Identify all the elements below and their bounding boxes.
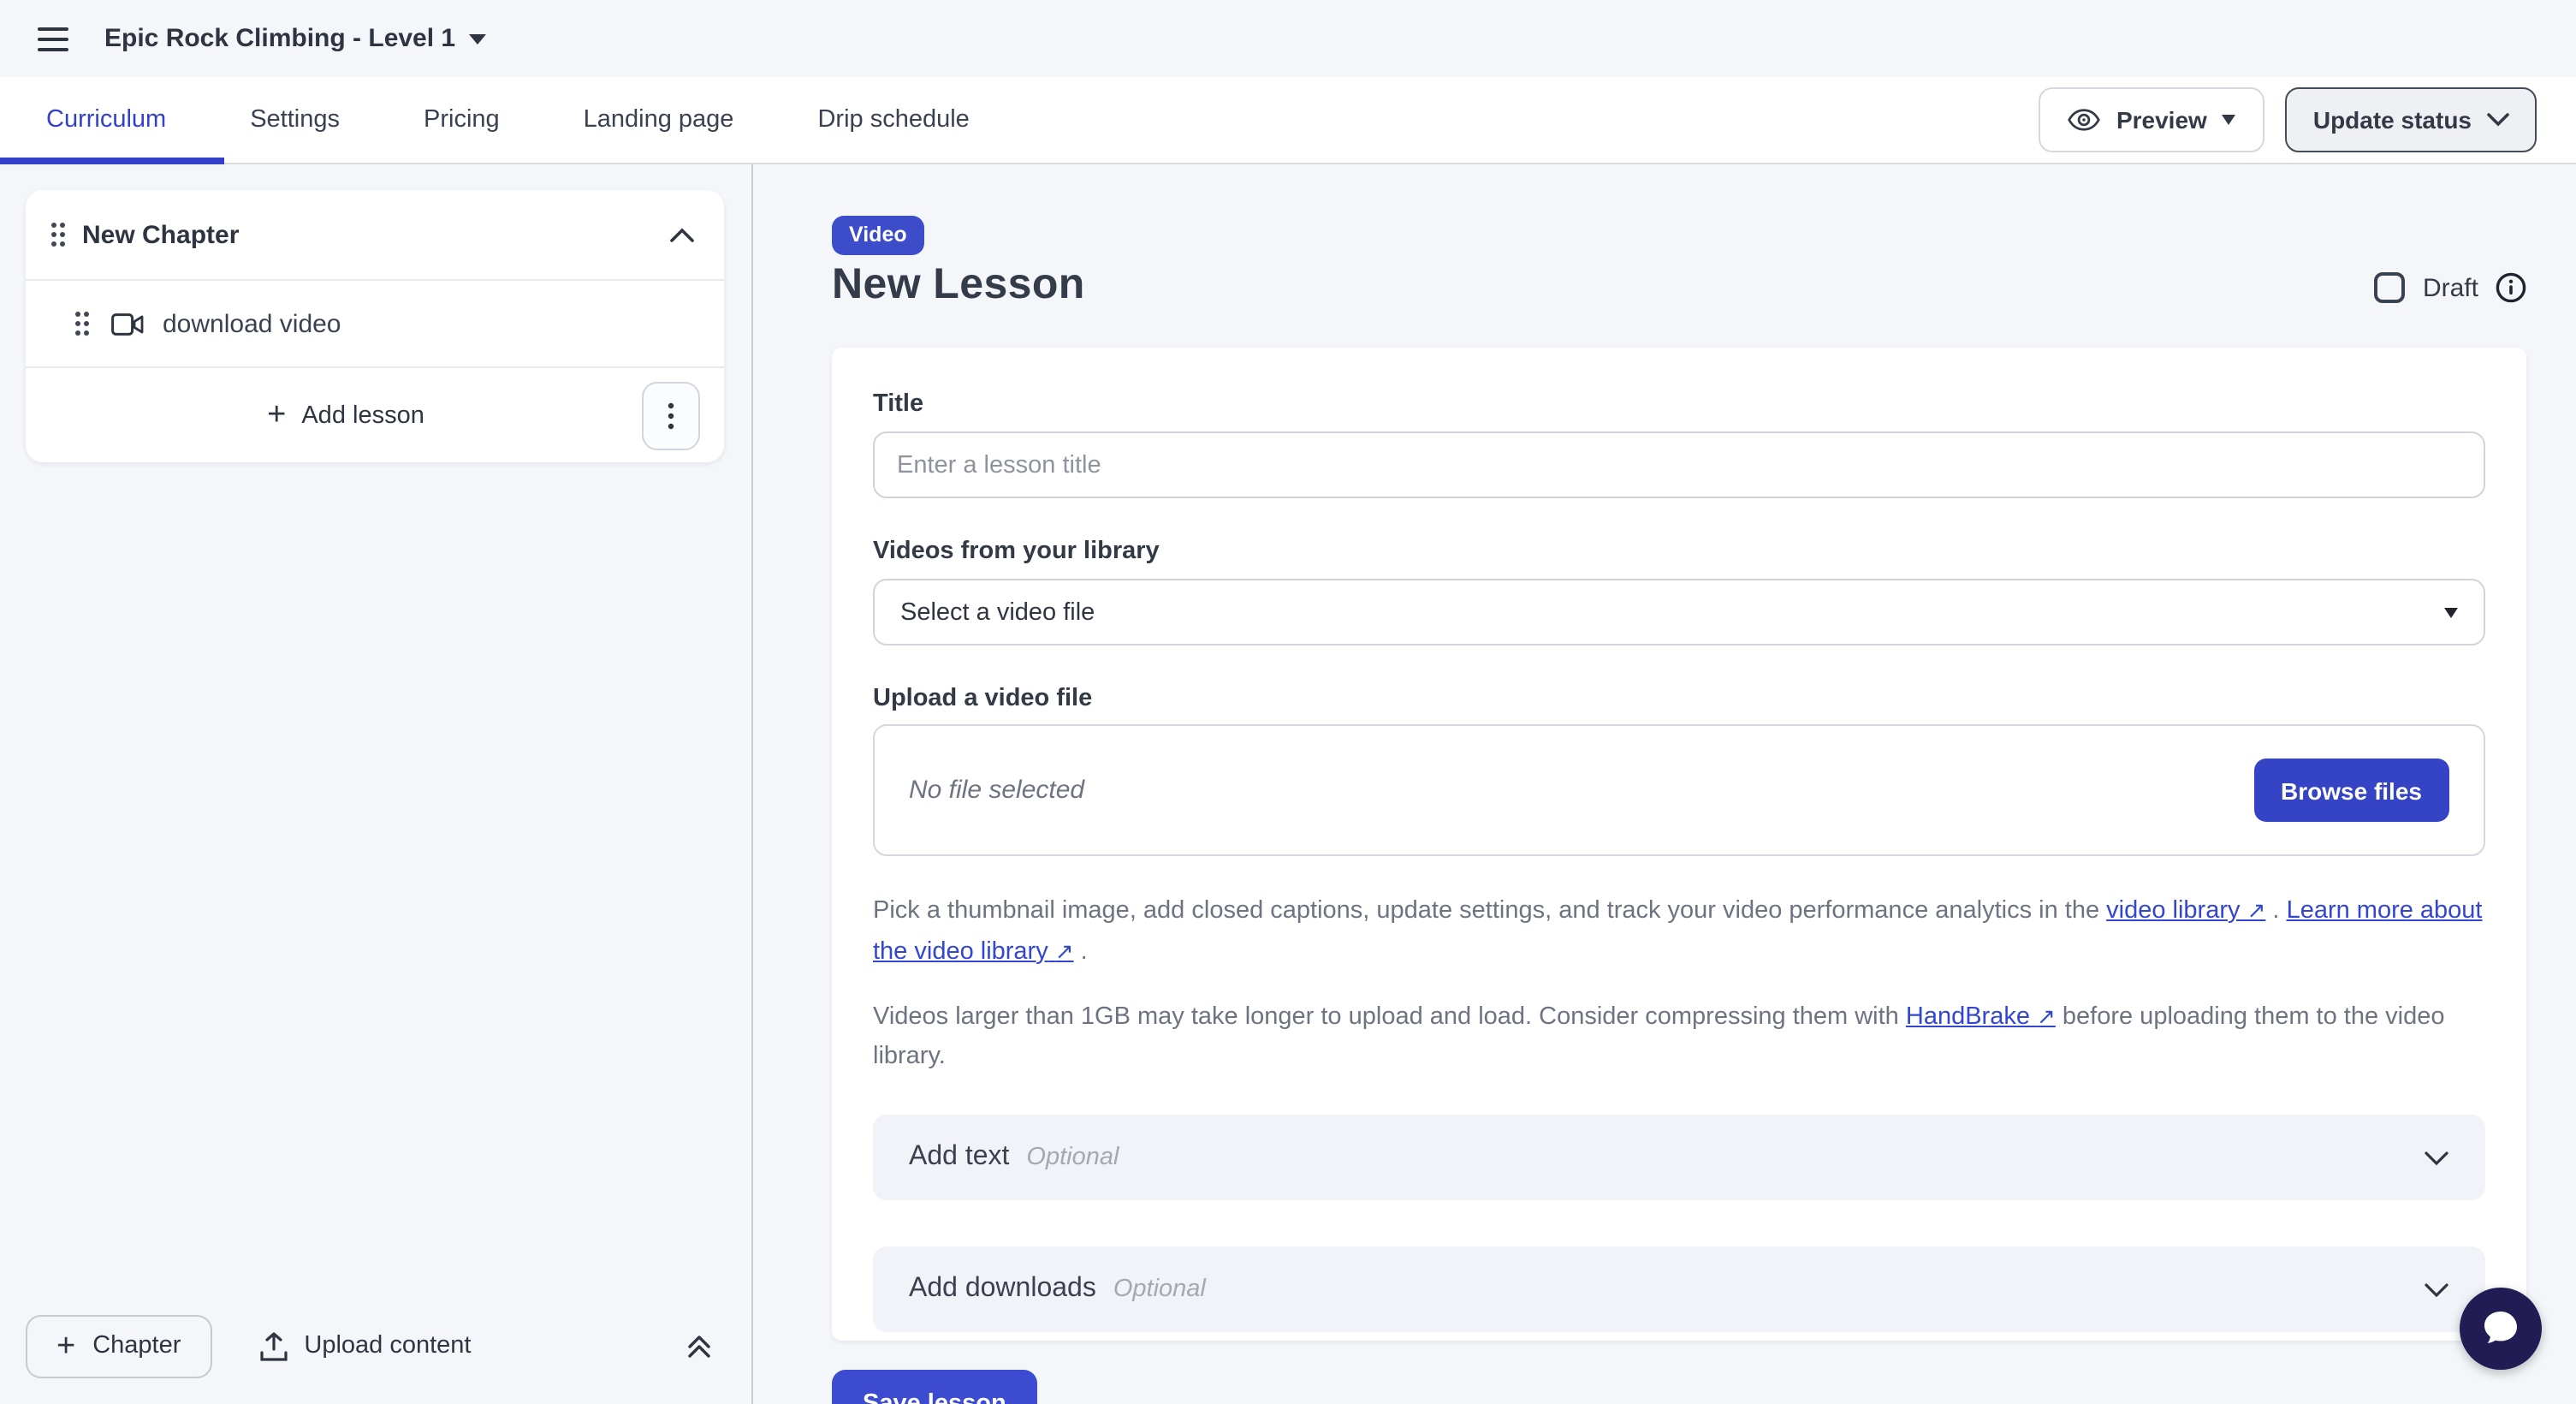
collapse-all-icon[interactable] xyxy=(685,1331,714,1360)
drag-handle-icon[interactable] xyxy=(50,221,67,248)
tabs: Curriculum Settings Pricing Landing page… xyxy=(0,77,970,163)
external-link-icon: ↗ xyxy=(2037,1003,2056,1029)
browse-files-button[interactable]: Browse files xyxy=(2253,759,2449,822)
compression-help-text: Videos larger than 1GB may take longer t… xyxy=(873,996,2485,1077)
chapter-card: New Chapter download video xyxy=(26,190,724,462)
lesson-type-badge: Video xyxy=(832,216,924,255)
top-bar: Epic Rock Climbing - Level 1 xyxy=(0,0,2576,77)
chapter-title: New Chapter xyxy=(82,220,239,249)
add-chapter-button[interactable]: + Chapter xyxy=(26,1314,211,1377)
lesson-header: Video New Lesson Draft xyxy=(832,216,2526,310)
tab-landing-page[interactable]: Landing page xyxy=(584,106,734,134)
page-title: New Lesson xyxy=(832,260,1085,310)
external-link-icon: ↗ xyxy=(1055,938,1074,964)
caret-down-icon xyxy=(2223,115,2236,125)
drag-handle-icon[interactable] xyxy=(74,310,91,337)
chevron-up-icon[interactable] xyxy=(669,227,695,242)
video-library-link[interactable]: video library ↗ xyxy=(2106,897,2265,925)
title-field-label: Title xyxy=(873,390,2485,418)
speech-bubble-icon xyxy=(2478,1308,2523,1349)
hamburger-menu-icon[interactable] xyxy=(38,27,68,51)
caret-down-icon xyxy=(469,33,486,44)
video-library-help-text: Pick a thumbnail image, add closed capti… xyxy=(873,890,2485,973)
upload-icon xyxy=(259,1331,287,1360)
lesson-editor-panel: Video New Lesson Draft Title Videos from… xyxy=(753,164,2576,1404)
content-area: New Chapter download video xyxy=(0,164,2576,1404)
plus-icon: + xyxy=(267,399,286,431)
handbrake-link[interactable]: HandBrake ↗ xyxy=(1906,1003,2056,1031)
tab-drip-schedule[interactable]: Drip schedule xyxy=(817,106,969,134)
draft-checkbox[interactable] xyxy=(2375,272,2406,303)
upload-content-button[interactable]: Upload content xyxy=(259,1331,471,1360)
video-library-select[interactable]: Select a video file xyxy=(873,579,2485,645)
curriculum-sidebar: New Chapter download video xyxy=(0,164,753,1404)
save-lesson-button[interactable]: Save lesson xyxy=(832,1370,1037,1404)
draft-label: Draft xyxy=(2423,273,2478,302)
chapter-header[interactable]: New Chapter xyxy=(26,190,724,281)
chevron-down-icon xyxy=(2487,113,2509,127)
course-title: Epic Rock Climbing - Level 1 xyxy=(104,24,455,53)
lesson-item-download-video[interactable]: download video xyxy=(26,281,724,368)
tabbar-actions: Preview Update status xyxy=(2039,87,2576,152)
tab-settings[interactable]: Settings xyxy=(250,106,340,134)
add-lesson-button[interactable]: + Add lesson xyxy=(50,399,642,431)
upload-field-label: Upload a video file xyxy=(873,685,2485,712)
chapter-options-button[interactable] xyxy=(642,381,700,449)
sidebar-footer: + Chapter Upload content xyxy=(0,1288,751,1404)
kebab-menu-icon xyxy=(668,402,674,429)
plus-icon: + xyxy=(56,1330,75,1362)
lesson-title: download video xyxy=(163,309,341,338)
add-text-section[interactable]: Add text Optional xyxy=(873,1115,2485,1200)
draft-toggle: Draft xyxy=(2375,272,2526,310)
info-icon[interactable] xyxy=(2496,272,2526,303)
lesson-title-input[interactable] xyxy=(873,431,2485,498)
chat-widget-button[interactable] xyxy=(2460,1288,2542,1370)
external-link-icon: ↗ xyxy=(2247,897,2266,923)
update-status-button[interactable]: Update status xyxy=(2286,87,2537,152)
eye-icon xyxy=(2069,108,2101,132)
caret-down-icon xyxy=(2444,607,2458,617)
chevron-down-icon xyxy=(2424,1282,2449,1297)
active-tab-indicator xyxy=(0,158,224,164)
app-root: Epic Rock Climbing - Level 1 Curriculum … xyxy=(0,0,2576,1404)
course-switcher[interactable]: Epic Rock Climbing - Level 1 xyxy=(104,24,486,53)
tab-bar: Curriculum Settings Pricing Landing page… xyxy=(0,77,2576,164)
tab-curriculum[interactable]: Curriculum xyxy=(46,106,166,134)
add-downloads-section[interactable]: Add downloads Optional xyxy=(873,1246,2485,1332)
tab-pricing[interactable]: Pricing xyxy=(424,106,500,134)
video-camera-icon xyxy=(111,312,144,335)
add-lesson-row: + Add lesson xyxy=(26,368,724,462)
file-upload-dropzone[interactable]: No file selected Browse files xyxy=(873,724,2485,856)
no-file-text: No file selected xyxy=(909,776,1084,805)
chevron-down-icon xyxy=(2424,1150,2449,1165)
lesson-form-card: Title Videos from your library Select a … xyxy=(832,348,2526,1341)
library-field-label: Videos from your library xyxy=(873,538,2485,565)
preview-button[interactable]: Preview xyxy=(2039,87,2265,152)
